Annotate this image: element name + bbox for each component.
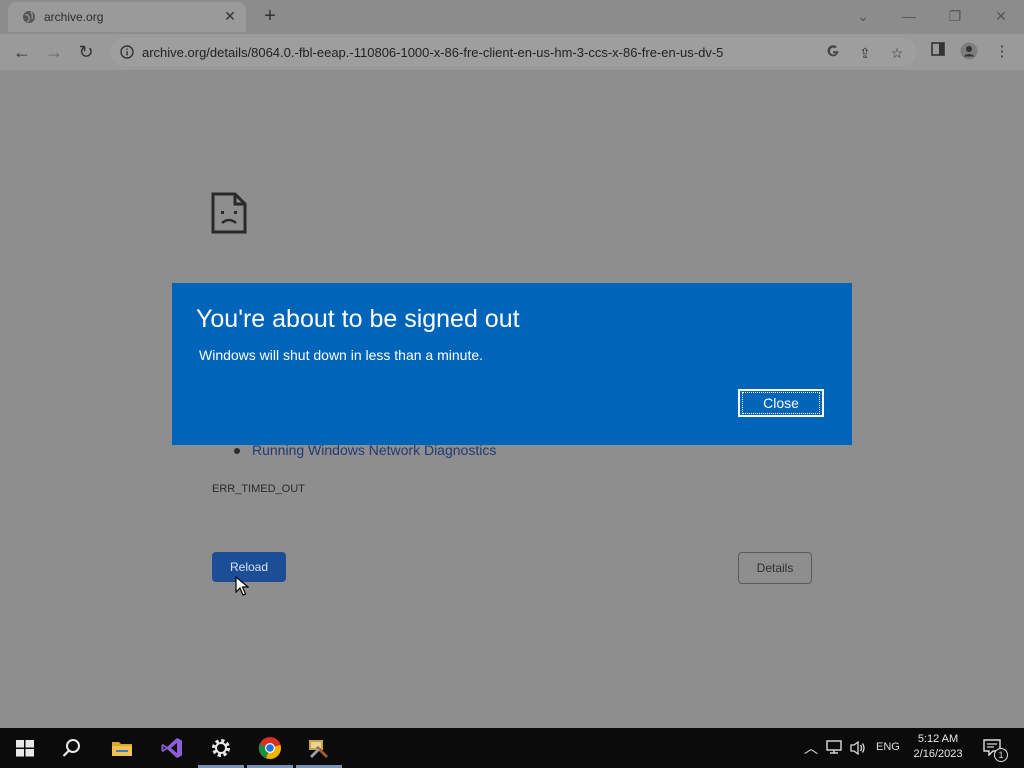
tab-search-icon[interactable]: ⌄ [851, 6, 875, 26]
file-explorer-icon[interactable] [110, 736, 134, 760]
sad-page-icon [211, 192, 247, 234]
side-panel-icon[interactable] [928, 42, 948, 62]
share-icon[interactable]: ⇪ [856, 44, 874, 62]
url-text[interactable]: archive.org/details/8064.0.-fbl-eeap.-11… [142, 45, 723, 60]
tab-title: archive.org [44, 10, 104, 24]
tools-app-icon[interactable] [306, 736, 330, 760]
error-code: ERR_TIMED_OUT [212, 483, 305, 495]
globe-icon [23, 11, 35, 23]
list-bullet [234, 448, 240, 454]
dialog-close-button[interactable]: Close [738, 389, 824, 417]
minimize-button[interactable]: — [897, 6, 921, 26]
site-info-icon[interactable] [120, 45, 134, 59]
details-button[interactable]: Details [738, 552, 812, 584]
window-close-button[interactable]: ✕ [989, 6, 1013, 26]
reload-button[interactable]: Reload [212, 552, 286, 582]
profile-avatar-icon[interactable] [959, 42, 979, 62]
forward-icon[interactable]: → [44, 42, 64, 62]
network-icon[interactable] [826, 739, 844, 755]
system-clock[interactable]: 5:12 AM 2/16/2023 [908, 732, 968, 762]
bookmark-star-icon[interactable]: ☆ [888, 44, 906, 62]
sign-out-dialog: You're about to be signed out Windows wi… [172, 283, 852, 445]
restore-button[interactable]: ❐ [943, 6, 967, 26]
volume-icon[interactable] [850, 740, 866, 756]
browser-tabstrip: archive.org ✕ + ⌄ — ❐ ✕ ← → ↻ archive.or… [0, 0, 1024, 70]
menu-kebab-icon[interactable]: ⋮ [992, 42, 1012, 62]
browser-toolbar: ← → ↻ archive.org/details/8064.0.-fbl-ee… [0, 34, 1024, 70]
address-bar[interactable]: archive.org/details/8064.0.-fbl-eeap.-11… [110, 38, 916, 66]
new-tab-button[interactable]: + [260, 6, 280, 26]
search-icon[interactable] [60, 736, 84, 760]
visual-studio-icon[interactable] [160, 736, 184, 760]
dialog-title: You're about to be signed out [196, 305, 520, 333]
show-hidden-icons-chevron-icon[interactable]: ︿ [804, 738, 818, 758]
tab-close-icon[interactable]: ✕ [222, 8, 238, 24]
dialog-message: Windows will shut down in less than a mi… [199, 347, 484, 363]
browser-tab[interactable]: archive.org ✕ [8, 2, 246, 32]
google-icon[interactable] [824, 44, 842, 62]
chrome-icon[interactable] [258, 736, 282, 760]
action-center-icon[interactable]: 1 [982, 738, 1008, 762]
back-icon[interactable]: ← [12, 42, 32, 62]
clock-time: 5:12 AM [917, 733, 959, 745]
notification-badge: 1 [994, 748, 1008, 762]
mouse-cursor-icon [235, 576, 249, 596]
dialog-close-label: Close [742, 392, 820, 414]
start-icon[interactable] [13, 736, 37, 760]
refresh-icon[interactable]: ↻ [76, 42, 96, 62]
language-indicator[interactable]: ENG [876, 741, 900, 753]
settings-icon[interactable] [209, 736, 233, 760]
windows-taskbar: ︿ ENG 5:12 AM 2/16/2023 1 [0, 728, 1024, 768]
clock-date: 2/16/2023 [913, 748, 963, 760]
